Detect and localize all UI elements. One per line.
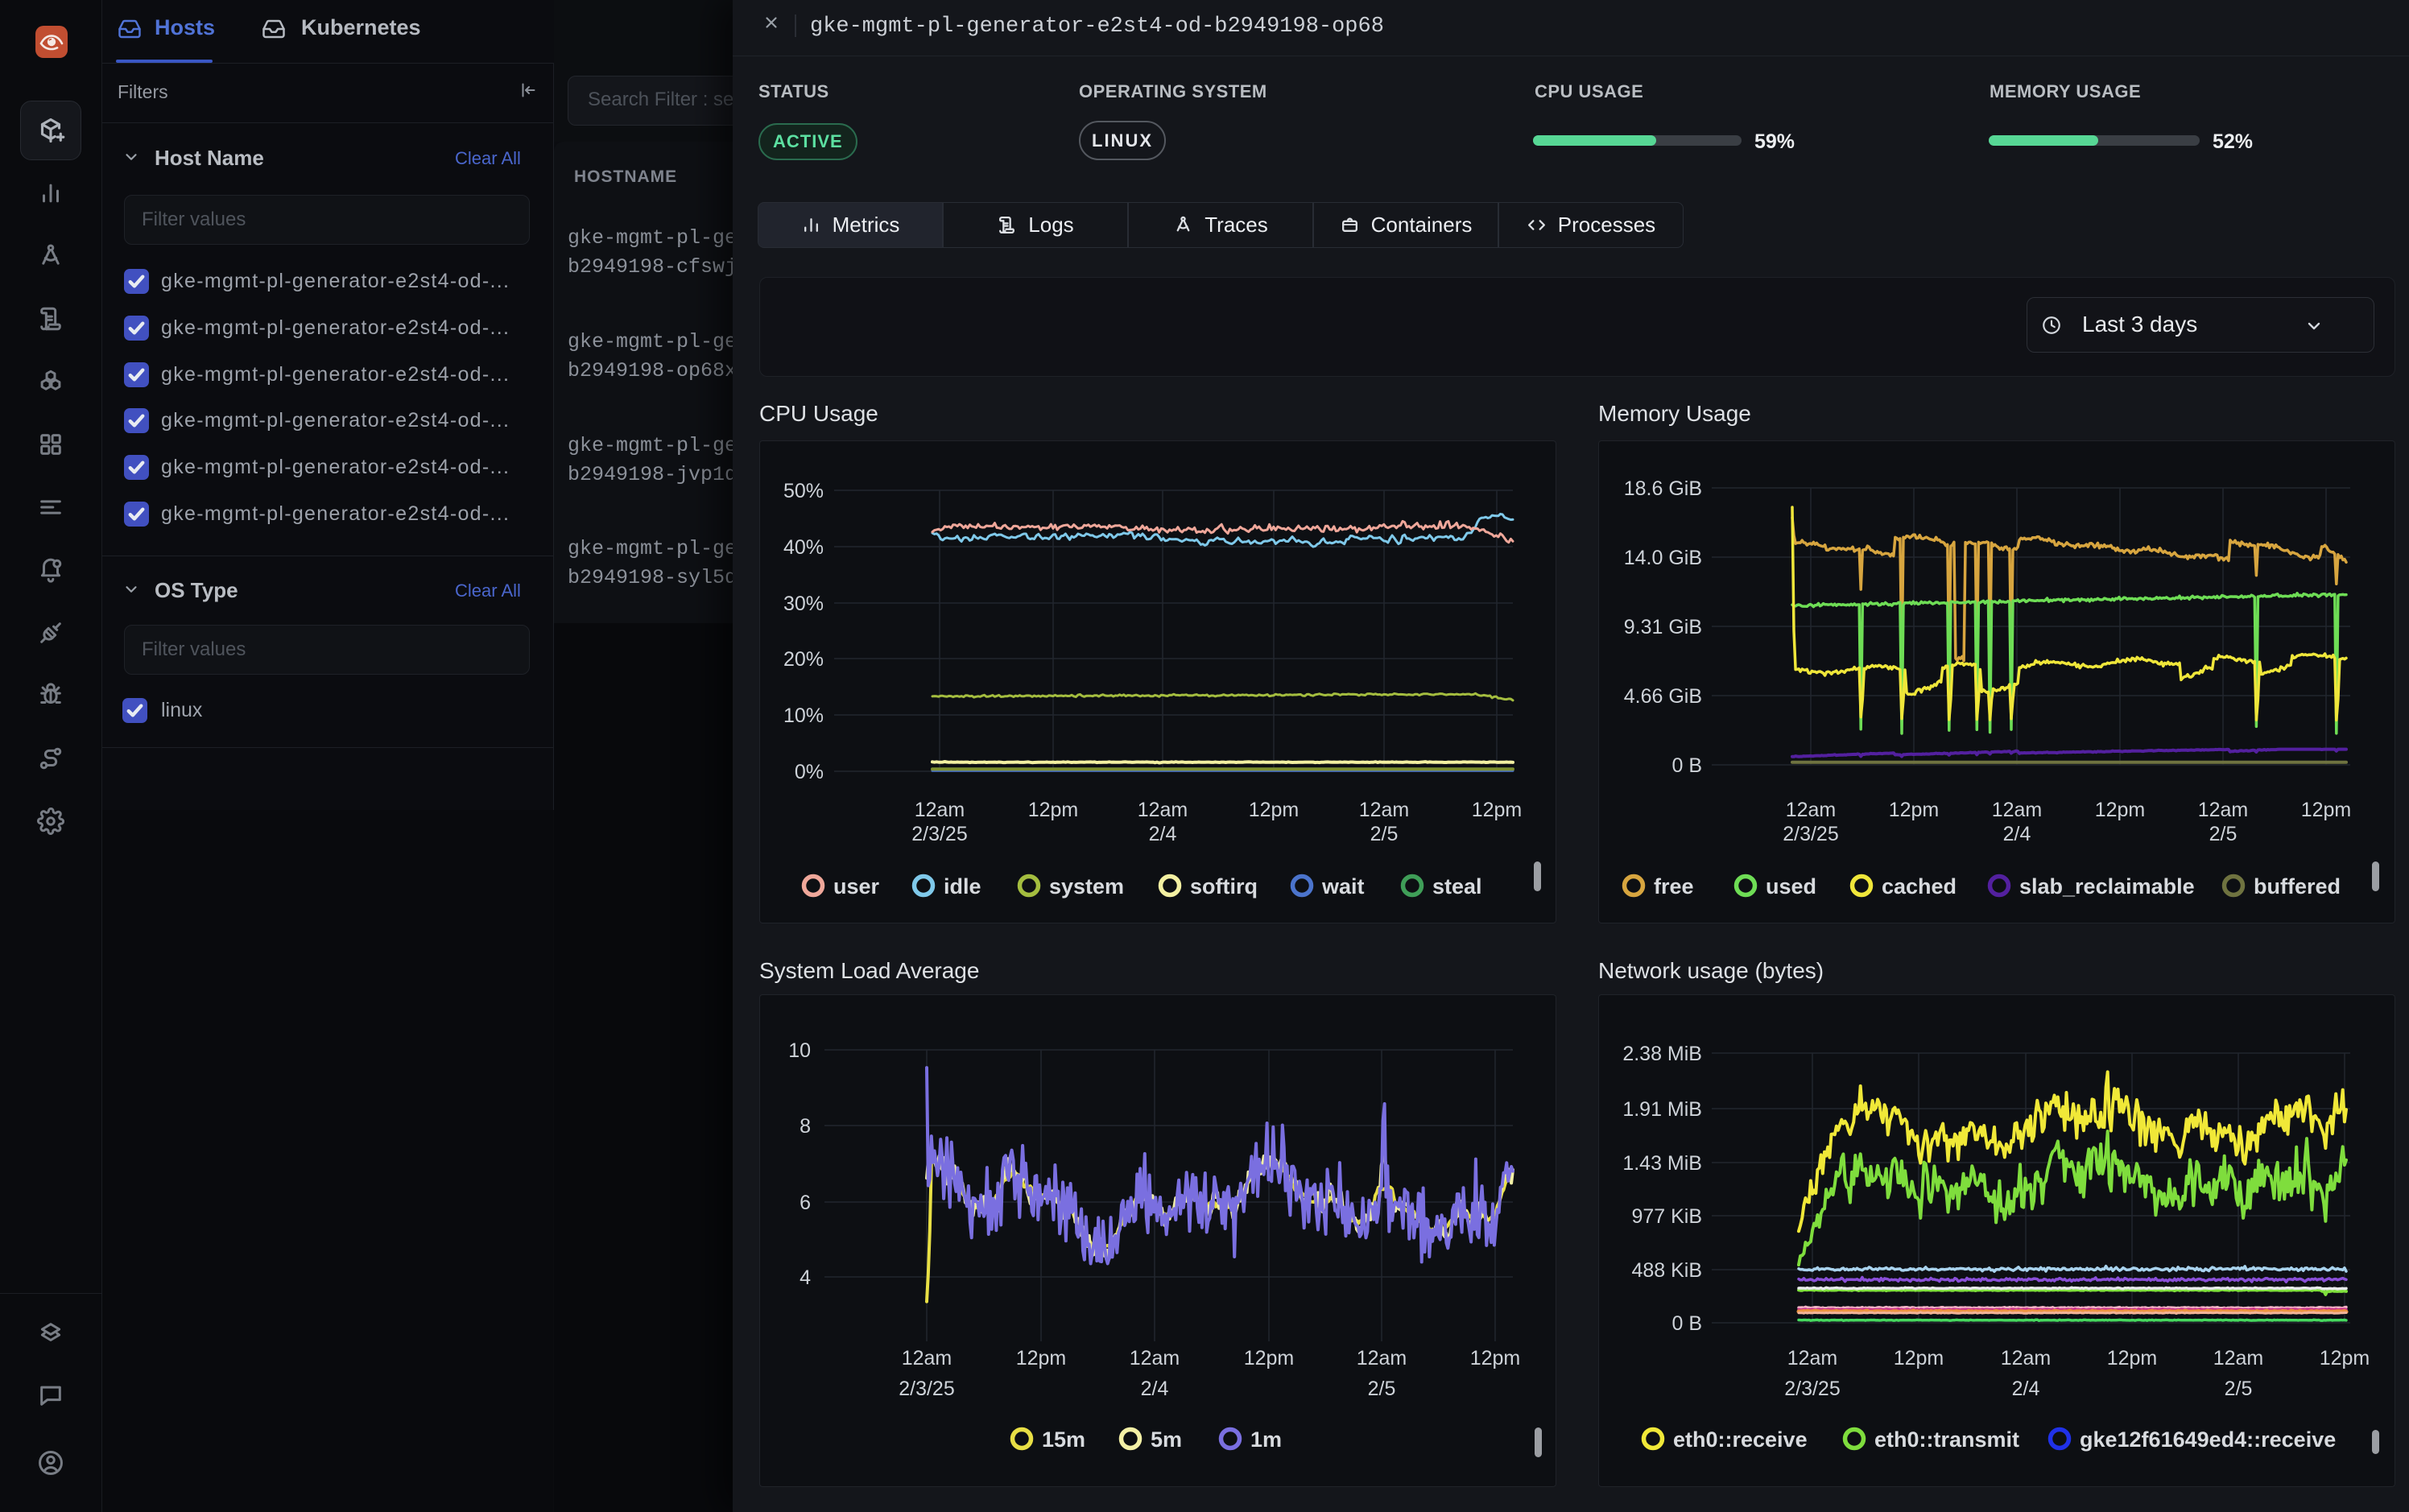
svg-text:12pm: 12pm (1472, 799, 1523, 821)
svg-text:eth0::receive: eth0::receive (1673, 1427, 1808, 1452)
svg-text:steal: steal (1432, 874, 1482, 899)
svg-text:12am: 12am (1359, 799, 1410, 821)
svg-text:2/4: 2/4 (2012, 1378, 2040, 1400)
svg-text:0 B: 0 B (1671, 754, 1702, 777)
svg-text:12am: 12am (1787, 1347, 1838, 1369)
svg-text:12am: 12am (915, 799, 965, 821)
svg-text:12pm: 12pm (1470, 1347, 1521, 1369)
svg-text:30%: 30% (783, 593, 824, 615)
svg-text:12pm: 12pm (2320, 1347, 2370, 1369)
svg-text:12am: 12am (1786, 799, 1837, 821)
svg-text:977 KiB: 977 KiB (1631, 1205, 1702, 1228)
svg-text:18.6 GiB: 18.6 GiB (1624, 477, 1702, 500)
svg-text:12am: 12am (2001, 1347, 2052, 1369)
svg-text:2/4: 2/4 (1149, 823, 1177, 845)
svg-text:idle: idle (944, 874, 981, 899)
svg-text:14.0 GiB: 14.0 GiB (1624, 547, 1702, 569)
svg-text:2.38 MiB: 2.38 MiB (1622, 1043, 1702, 1065)
svg-text:12am: 12am (2213, 1347, 2264, 1369)
svg-text:6: 6 (800, 1192, 811, 1214)
svg-text:12pm: 12pm (2301, 799, 2352, 821)
svg-text:2/4: 2/4 (1141, 1378, 1169, 1400)
svg-text:2/5: 2/5 (2209, 823, 2238, 845)
svg-text:12pm: 12pm (1244, 1347, 1295, 1369)
svg-text:12pm: 12pm (1249, 799, 1300, 821)
svg-text:12pm: 12pm (1016, 1347, 1067, 1369)
svg-text:wait: wait (1321, 874, 1365, 899)
svg-text:2/5: 2/5 (1370, 823, 1399, 845)
svg-text:12am: 12am (2198, 799, 2249, 821)
svg-text:12am: 12am (1992, 799, 2043, 821)
svg-text:12pm: 12pm (1889, 799, 1940, 821)
svg-text:2/5: 2/5 (1368, 1378, 1396, 1400)
svg-text:0 B: 0 B (1671, 1312, 1702, 1335)
svg-text:488 KiB: 488 KiB (1631, 1259, 1702, 1282)
svg-text:12am: 12am (1357, 1347, 1407, 1369)
svg-text:12pm: 12pm (2107, 1347, 2158, 1369)
svg-text:2/3/25: 2/3/25 (899, 1378, 955, 1400)
svg-text:user: user (833, 874, 880, 899)
svg-text:12am: 12am (902, 1347, 952, 1369)
svg-text:slab_reclaimable: slab_reclaimable (2019, 874, 2195, 899)
svg-text:40%: 40% (783, 536, 824, 559)
svg-text:2/4: 2/4 (2003, 823, 2031, 845)
svg-text:4.66 GiB: 4.66 GiB (1624, 685, 1702, 708)
svg-text:2/3/25: 2/3/25 (1784, 1378, 1841, 1400)
svg-text:5m: 5m (1151, 1427, 1182, 1452)
svg-text:softirq: softirq (1190, 874, 1258, 899)
svg-text:4: 4 (800, 1266, 811, 1289)
svg-text:12pm: 12pm (1894, 1347, 1944, 1369)
svg-text:free: free (1654, 874, 1694, 899)
svg-text:10%: 10% (783, 704, 824, 727)
svg-text:gke12f61649ed4::receive: gke12f61649ed4::receive (2080, 1427, 2336, 1452)
svg-text:12am: 12am (1130, 1347, 1180, 1369)
svg-text:system: system (1049, 874, 1124, 899)
svg-text:used: used (1766, 874, 1816, 899)
svg-text:12pm: 12pm (2095, 799, 2146, 821)
svg-text:2/3/25: 2/3/25 (911, 823, 968, 845)
svg-text:20%: 20% (783, 648, 824, 671)
svg-text:eth0::transmit: eth0::transmit (1874, 1427, 2019, 1452)
svg-text:1.43 MiB: 1.43 MiB (1622, 1152, 1702, 1175)
svg-text:12am: 12am (1138, 799, 1188, 821)
svg-text:12pm: 12pm (1028, 799, 1079, 821)
svg-text:cached: cached (1882, 874, 1957, 899)
svg-text:1.91 MiB: 1.91 MiB (1622, 1098, 1702, 1121)
svg-text:9.31 GiB: 9.31 GiB (1624, 616, 1702, 638)
svg-text:10: 10 (788, 1039, 811, 1062)
svg-text:8: 8 (800, 1115, 811, 1138)
svg-text:2/5: 2/5 (2225, 1378, 2253, 1400)
svg-text:1m: 1m (1250, 1427, 1282, 1452)
svg-text:buffered: buffered (2254, 874, 2341, 899)
svg-text:50%: 50% (783, 480, 824, 502)
svg-text:15m: 15m (1042, 1427, 1085, 1452)
svg-text:2/3/25: 2/3/25 (1783, 823, 1839, 845)
svg-text:0%: 0% (795, 761, 824, 783)
